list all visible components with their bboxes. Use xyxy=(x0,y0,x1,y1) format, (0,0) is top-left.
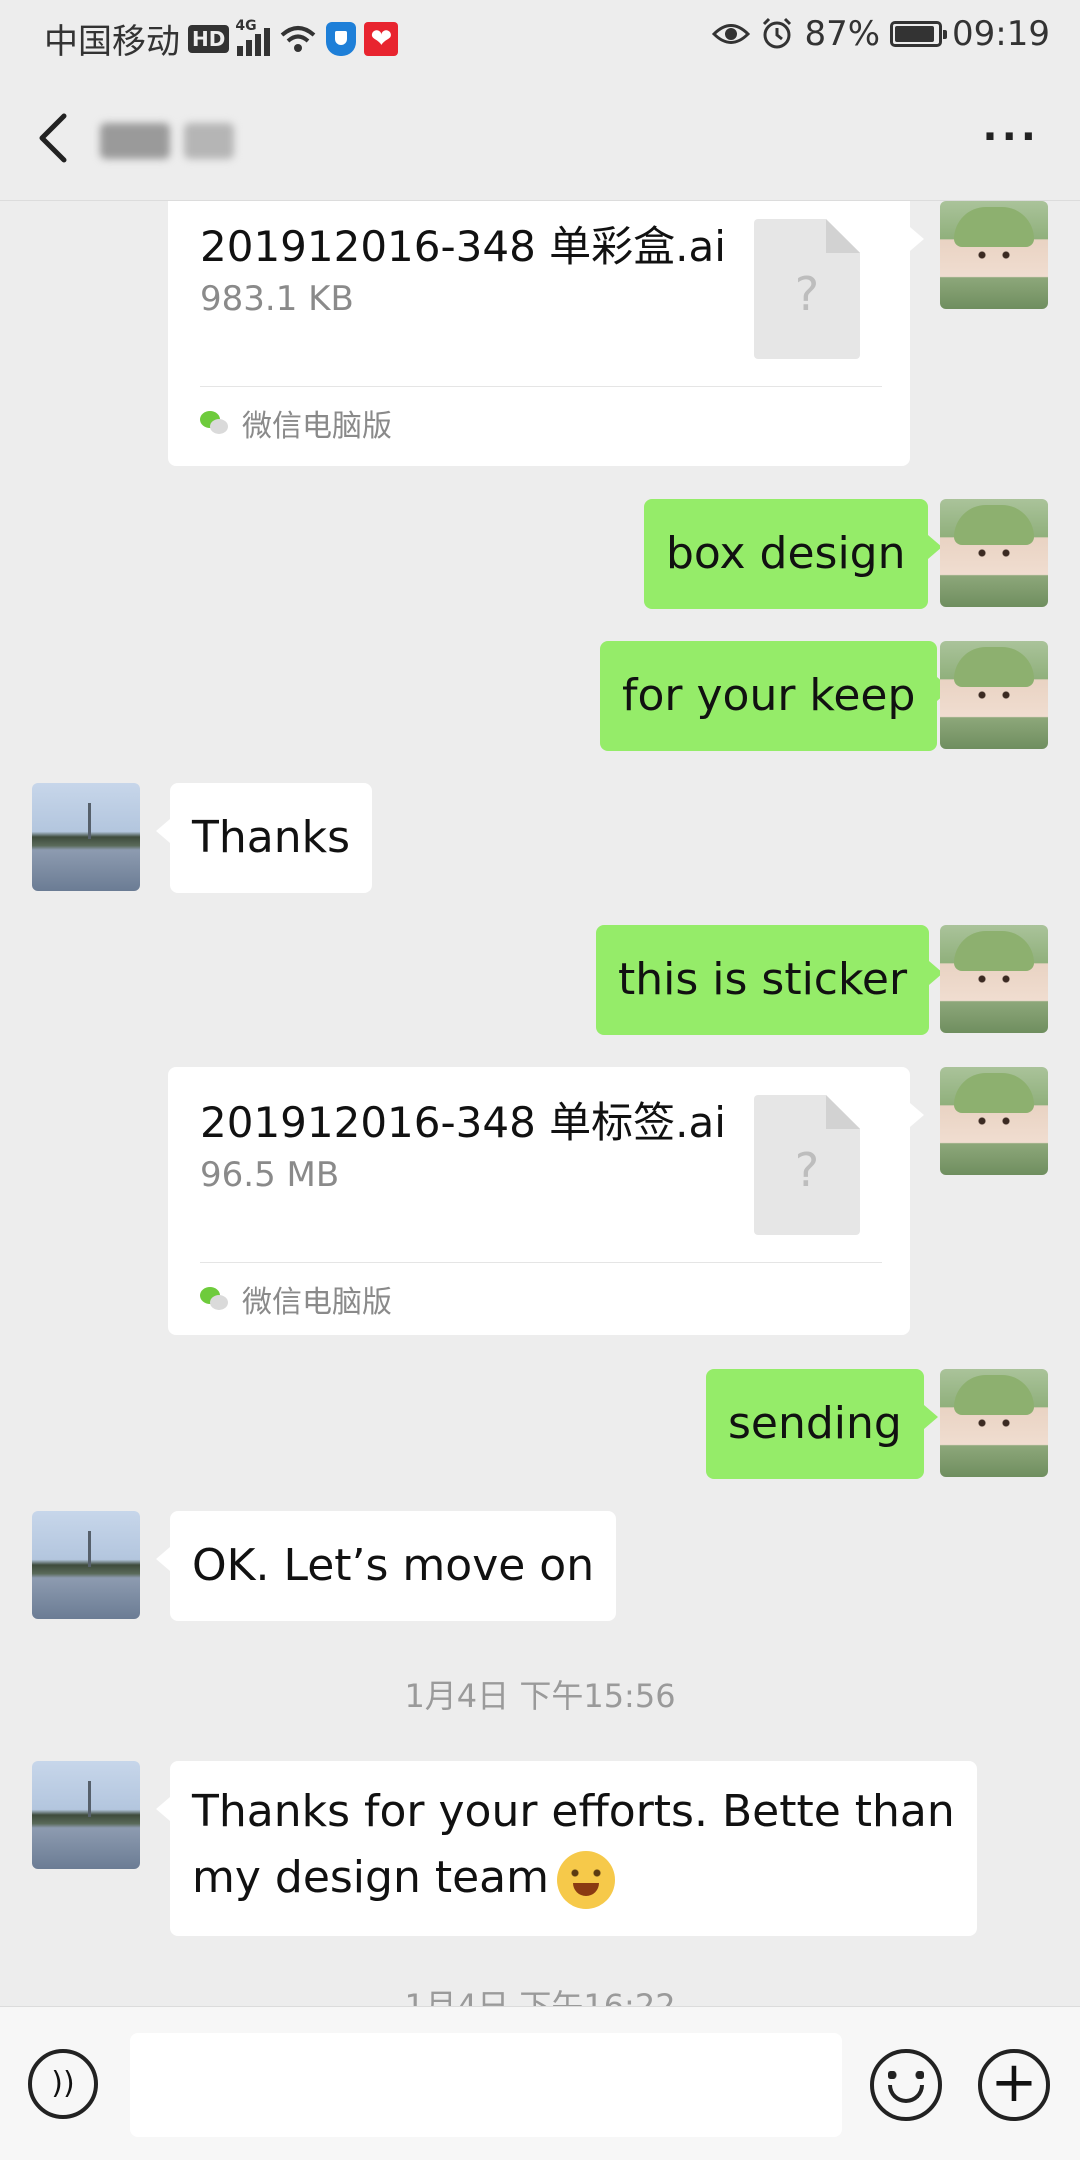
timestamp: 1月4日 下午16:22 xyxy=(404,1987,676,2006)
message-bubble-sent[interactable]: this is sticker xyxy=(596,925,944,1035)
file-source: 微信电脑版 xyxy=(200,401,392,445)
file-divider xyxy=(200,1262,882,1263)
message-input[interactable] xyxy=(130,2033,842,2137)
wechat-logo-icon xyxy=(200,1287,228,1311)
eye-icon xyxy=(712,24,751,44)
security-shield-icon xyxy=(326,21,357,56)
emoji-smile-icon[interactable] xyxy=(870,2049,942,2121)
file-size: 983.1 KB xyxy=(200,279,354,319)
message-bubble-sent[interactable]: for your keep xyxy=(600,641,952,751)
contact-name-blurred xyxy=(100,115,270,167)
message-bubble-sent[interactable]: sending xyxy=(706,1369,938,1479)
my-avatar[interactable] xyxy=(940,925,1048,1033)
file-size: 96.5 MB xyxy=(200,1155,340,1195)
message-text-line: my design team xyxy=(192,1845,955,1911)
unknown-file-icon: ? xyxy=(754,1095,860,1235)
my-avatar[interactable] xyxy=(940,499,1048,607)
carrier-label: 中国移动 xyxy=(44,22,180,62)
contact-avatar[interactable] xyxy=(32,783,140,891)
hd-badge: HD xyxy=(188,24,230,53)
file-source-label: 微信电脑版 xyxy=(242,409,392,444)
my-avatar[interactable] xyxy=(940,1067,1048,1175)
chevron-left-icon[interactable] xyxy=(30,108,80,168)
file-message[interactable]: 201912016-348 单标签.ai 96.5 MB ? 微信电脑版 xyxy=(168,1067,924,1335)
my-avatar[interactable] xyxy=(940,1369,1048,1477)
hugging-face-emoji-icon xyxy=(556,1851,615,1909)
file-name: 201912016-348 单彩盒.ai xyxy=(200,222,726,271)
file-message[interactable]: 201912016-348 单彩盒.ai 983.1 KB ? 微信电脑版 xyxy=(168,201,924,466)
message-bubble-received[interactable]: Thanks for your efforts. Bette than my d… xyxy=(156,1761,977,1936)
voice-input-icon[interactable]: )) xyxy=(28,2049,98,2119)
message-bubble-sent[interactable]: box design xyxy=(644,499,941,609)
file-divider xyxy=(200,386,882,387)
input-bar: )) + xyxy=(0,2006,1080,2160)
my-avatar[interactable] xyxy=(940,641,1048,749)
message-bubble-received[interactable]: OK. Let’s move on xyxy=(155,1511,617,1621)
alarm-icon xyxy=(763,17,792,49)
contact-avatar[interactable] xyxy=(32,1511,140,1619)
wifi-icon xyxy=(281,25,316,52)
file-name: 201912016-348 单标签.ai xyxy=(200,1098,726,1147)
wechat-logo-icon xyxy=(200,411,228,435)
battery-percent: 87% xyxy=(804,14,881,54)
chat-header: ··· xyxy=(0,70,1080,201)
file-source: 微信电脑版 xyxy=(200,1277,392,1321)
message-text-line: Thanks for your efforts. Bette than xyxy=(192,1786,955,1837)
network-type-label: 4G xyxy=(235,17,257,34)
more-dots-icon[interactable]: ··· xyxy=(982,117,1040,157)
timestamp: 1月4日 下午15:56 xyxy=(404,1677,676,1715)
status-bar: 中国移动 HD 4G ❤ 87% 09:19 xyxy=(0,0,1080,70)
plus-icon[interactable]: + xyxy=(978,2049,1050,2121)
signal-icon: 4G xyxy=(235,18,271,56)
clock-time: 09:19 xyxy=(952,14,1050,54)
battery-icon xyxy=(890,21,948,47)
message-list[interactable]: 201912016-348 单彩盒.ai 983.1 KB ? 微信电脑版 bo… xyxy=(0,201,1080,2006)
file-source-label: 微信电脑版 xyxy=(242,1285,392,1320)
unknown-file-icon: ? xyxy=(754,219,860,359)
chat-screen: 中国移动 HD 4G ❤ 87% 09:19 ··· 201912016-348… xyxy=(0,0,1080,2160)
my-avatar[interactable] xyxy=(940,201,1048,309)
message-bubble-received[interactable]: Thanks xyxy=(155,783,373,893)
heart-app-icon: ❤ xyxy=(364,21,399,56)
contact-avatar[interactable] xyxy=(32,1761,140,1869)
